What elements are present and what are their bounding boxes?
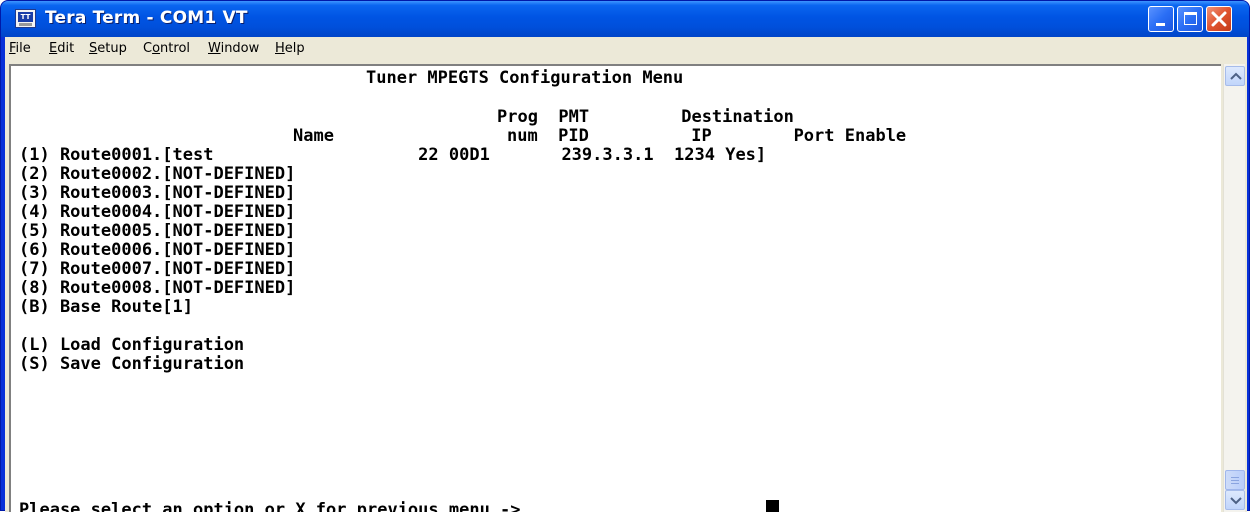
scroll-thumb[interactable] [1225, 470, 1245, 490]
menu-edit[interactable]: Edit [49, 41, 74, 56]
tera-term-icon[interactable]: TT [15, 9, 36, 28]
app-window: TT Tera Term - COM1 VT File Edit Setup C… [0, 0, 1250, 512]
route-row: (4) Route0004.[NOT-DEFINED] [19, 202, 296, 222]
maximize-icon [1184, 12, 1197, 25]
chevron-up-icon [1230, 72, 1242, 80]
command-prompt: Please select an option or X for previou… [19, 500, 521, 512]
route-row: (2) Route0002.[NOT-DEFINED] [19, 164, 296, 184]
route-row: (7) Route0007.[NOT-DEFINED] [19, 259, 296, 279]
menu-file[interactable]: File [9, 41, 31, 56]
load-configuration-option: (L) Load Configuration [19, 335, 245, 355]
base-route-row: (B) Base Route[1] [19, 297, 193, 317]
maximize-button[interactable] [1177, 6, 1203, 32]
column-header-row1: Prog PMT Destination [497, 107, 794, 127]
scroll-up-button[interactable] [1225, 66, 1245, 86]
chevron-down-icon [1230, 497, 1242, 505]
menu-bar: File Edit Setup Control Window Help [5, 37, 1247, 61]
scroll-down-button[interactable] [1225, 490, 1245, 510]
title-bar[interactable]: TT Tera Term - COM1 VT [1, 1, 1249, 37]
route-row: (3) Route0003.[NOT-DEFINED] [19, 183, 296, 203]
route-row: (1) Route0001.[test 22 00D1 239.3.3.1 12… [19, 145, 767, 165]
app-icon-label: TT [18, 12, 33, 22]
minimize-icon [1156, 23, 1165, 26]
route-row: (6) Route0006.[NOT-DEFINED] [19, 240, 296, 260]
menu-help[interactable]: Help [275, 41, 305, 56]
minimize-button[interactable] [1148, 6, 1174, 32]
client-area: File Edit Setup Control Window Help Tune… [5, 37, 1247, 512]
column-header-row2: num PID IP Port Enable [507, 126, 907, 146]
close-button[interactable] [1206, 6, 1232, 32]
menu-title: Tuner MPEGTS Configuration Menu [366, 68, 684, 88]
column-header-name: Name [293, 126, 334, 146]
menu-control[interactable]: Control [143, 41, 190, 56]
menu-window[interactable]: Window [208, 41, 259, 56]
text-cursor [766, 500, 779, 512]
route-row: (5) Route0005.[NOT-DEFINED] [19, 221, 296, 241]
terminal-screen[interactable]: Tuner MPEGTS Configuration Menu Prog PMT… [9, 64, 1221, 512]
vertical-scrollbar[interactable] [1223, 64, 1245, 512]
close-icon [1211, 11, 1227, 27]
save-configuration-option: (S) Save Configuration [19, 354, 245, 374]
menu-setup[interactable]: Setup [89, 41, 127, 56]
route-row: (8) Route0008.[NOT-DEFINED] [19, 278, 296, 298]
window-title: Tera Term - COM1 VT [45, 8, 248, 28]
